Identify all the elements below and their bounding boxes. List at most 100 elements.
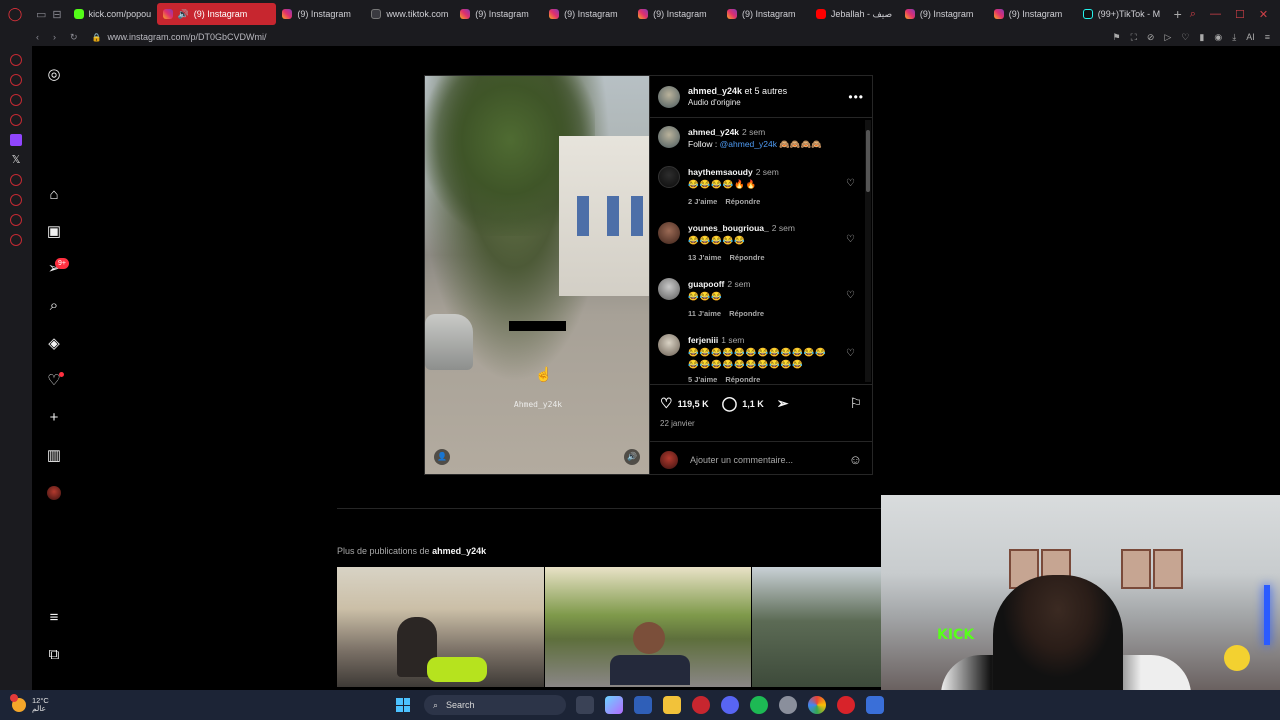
tagged-users-icon[interactable]: 👤 — [434, 449, 450, 465]
post-thumbnail[interactable] — [752, 567, 881, 687]
new-tab-button[interactable]: + — [1166, 6, 1190, 22]
author-username[interactable]: ahmed_y24k — [688, 86, 742, 96]
url-field[interactable]: www.instagram.com/p/DT0GbCVDWmi/ — [108, 32, 267, 42]
create-icon[interactable]: + — [45, 408, 63, 426]
lock-icon[interactable]: 🔒 — [92, 33, 102, 42]
tab-instagram[interactable]: (9) Instagram — [543, 3, 632, 25]
profile-icon[interactable]: ◉ — [1214, 32, 1222, 43]
commenter-avatar[interactable] — [658, 278, 680, 300]
tab-youtube[interactable]: Jeballah - صيف — [810, 3, 899, 25]
meta-apps-icon[interactable]: ⧉ — [45, 645, 63, 663]
like-comment-icon[interactable]: ♡ — [846, 348, 855, 359]
menu-icon[interactable]: ≡ — [45, 608, 63, 626]
twitch-icon[interactable] — [10, 134, 22, 146]
commenter-username[interactable]: younes_bougrioua_ — [688, 223, 769, 233]
file-explorer-icon[interactable] — [663, 696, 681, 714]
search-tabs-icon[interactable]: ⌕ — [1190, 8, 1196, 21]
opera-taskbar-icon[interactable] — [692, 696, 710, 714]
search-icon[interactable]: ⌕ — [45, 296, 63, 314]
chrome-icon[interactable] — [808, 696, 826, 714]
tab-instagram[interactable]: (9) Instagram — [276, 3, 365, 25]
reload-icon[interactable]: ↻ — [70, 32, 78, 43]
home-icon[interactable]: ⌂ — [45, 185, 63, 203]
shopping-icon[interactable] — [10, 74, 22, 86]
tab-instagram-active[interactable]: 🔊 (9) Instagram — [156, 3, 277, 25]
explore-icon[interactable]: ◈ — [45, 334, 63, 352]
tab-instagram[interactable]: (9) Instagram — [454, 3, 543, 25]
player-sidebar-icon[interactable] — [10, 174, 22, 186]
collaborators-link[interactable]: et 5 autres — [742, 86, 788, 96]
tab-instagram[interactable]: (9) Instagram — [632, 3, 721, 25]
settings-gear-icon[interactable] — [779, 696, 797, 714]
player-icon[interactable]: ▷ — [1164, 32, 1171, 43]
author-avatar[interactable] — [658, 85, 680, 108]
commenter-avatar[interactable] — [658, 334, 680, 356]
discord-icon[interactable] — [721, 696, 739, 714]
like-comment-icon[interactable]: ♡ — [846, 234, 855, 245]
x-twitter-icon[interactable]: 𝕏 — [10, 154, 22, 166]
save-bookmark-icon[interactable]: ⚐ — [849, 395, 862, 412]
snapshot-icon[interactable]: ⛶ — [1131, 32, 1137, 43]
opera-logo-icon[interactable]: ◯ — [0, 0, 30, 28]
reels-icon[interactable]: ▣ — [45, 222, 63, 240]
tab-menu-icon[interactable]: ⊟ — [52, 8, 61, 21]
comment-likes[interactable]: 2 J'aime — [688, 196, 717, 208]
commenter-avatar[interactable] — [658, 222, 680, 244]
workspaces-icon[interactable]: ▭ — [36, 8, 46, 21]
like-comment-icon[interactable]: ♡ — [846, 178, 855, 189]
instagram-logo-icon[interactable]: ◎ — [45, 65, 63, 83]
app-red-icon[interactable] — [837, 696, 855, 714]
task-view-icon[interactable] — [576, 696, 594, 714]
like-comment-icon[interactable]: ♡ — [846, 290, 855, 301]
like-icon[interactable]: ♡ — [660, 395, 673, 412]
comment-likes[interactable]: 13 J'aime — [688, 252, 721, 264]
ai-sidebar-icon[interactable] — [10, 54, 22, 66]
tab-tiktok-notifications[interactable]: (99+)TikTok - M — [1077, 3, 1166, 25]
reply-button[interactable]: Répondre — [729, 308, 764, 320]
comment-icon[interactable]: ◯ — [722, 395, 738, 412]
post-video[interactable]: ☝ Ahmed_y24k 👤 🔊 — [424, 75, 650, 475]
tab-instagram[interactable]: (9) Instagram — [988, 3, 1077, 25]
reply-button[interactable]: Répondre — [725, 196, 760, 208]
ai-icon[interactable]: AI — [1246, 32, 1255, 43]
spotify-icon[interactable] — [750, 696, 768, 714]
tab-tiktok[interactable]: www.tiktok.com — [365, 3, 454, 25]
more-options-icon[interactable]: ••• — [848, 90, 864, 104]
more-posts-username[interactable]: ahmed_y24k — [432, 546, 486, 556]
caption-mention-link[interactable]: @ahmed_y24k — [720, 139, 777, 149]
close-icon[interactable]: ✕ — [1259, 8, 1268, 21]
post-thumbnail[interactable] — [545, 567, 751, 687]
scrollbar-thumb[interactable] — [866, 130, 870, 192]
history-icon[interactable] — [10, 194, 22, 206]
comment-input[interactable]: Ajouter un commentaire... — [690, 455, 793, 465]
commenter-username[interactable]: haythemsaoudy — [688, 167, 753, 177]
ad-block-icon[interactable]: ⊘ — [1147, 32, 1155, 43]
browser-menu-icon[interactable]: ≡ — [1265, 32, 1270, 43]
reply-button[interactable]: Répondre — [725, 374, 760, 384]
taskbar-search[interactable]: ⌕ Search — [424, 695, 566, 715]
post-thumbnail[interactable] — [337, 567, 544, 687]
reply-button[interactable]: Répondre — [729, 252, 764, 264]
caption-username[interactable]: ahmed_y24k — [688, 127, 739, 137]
tab-kick[interactable]: kick.com/popou — [68, 3, 157, 25]
comments-scrollbar[interactable] — [865, 120, 871, 382]
wallet-icon[interactable]: ▮ — [1199, 32, 1204, 43]
commenter-avatar[interactable] — [658, 166, 680, 188]
start-button-windows-icon[interactable] — [396, 698, 410, 712]
tab-instagram[interactable]: (9) Instagram — [721, 3, 810, 25]
messenger-icon[interactable] — [10, 114, 22, 126]
dashboard-icon[interactable]: ▥ — [45, 446, 63, 464]
forward-icon[interactable]: › — [53, 32, 56, 43]
extensions-icon[interactable] — [10, 214, 22, 226]
games-icon[interactable] — [10, 94, 22, 106]
sound-toggle-icon[interactable]: 🔊 — [624, 449, 640, 465]
commenter-username[interactable]: ferjeniii — [688, 335, 718, 345]
copilot-icon[interactable] — [605, 696, 623, 714]
minimize-icon[interactable]: — — [1210, 8, 1221, 21]
back-icon[interactable]: ‹ — [36, 32, 39, 43]
app-blue-icon[interactable] — [866, 696, 884, 714]
share-icon[interactable]: ➢ — [777, 395, 789, 412]
profile-avatar[interactable] — [47, 486, 61, 500]
audio-playing-icon[interactable]: 🔊 — [178, 9, 189, 20]
comment-likes[interactable]: 5 J'aime — [688, 374, 717, 384]
